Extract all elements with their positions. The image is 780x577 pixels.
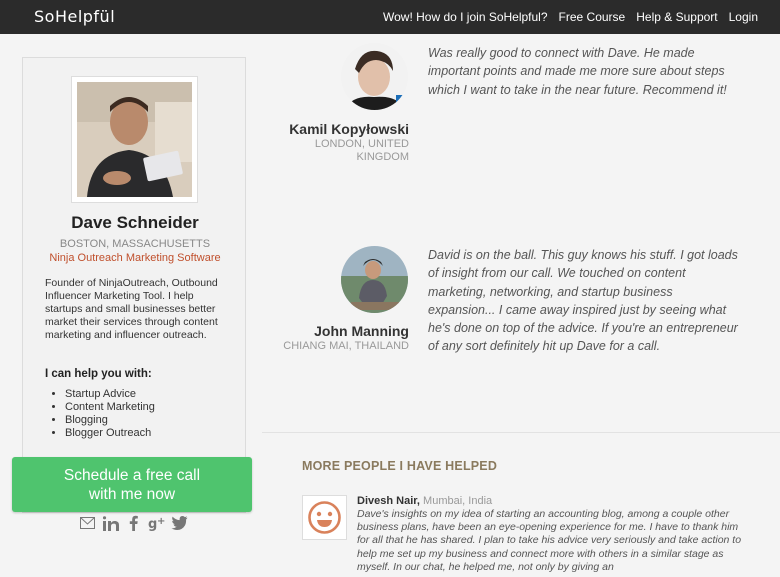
profile-company-link[interactable]: Ninja Outreach Marketing Software <box>23 252 247 264</box>
linkedin-icon[interactable] <box>101 514 120 532</box>
profile-name: Dave Schneider <box>71 213 199 232</box>
helped-person-review: Dave's insights on my idea of starting a… <box>357 508 742 573</box>
schedule-call-line1: Schedule a free call <box>63 467 201 484</box>
testimonial-quote: David is on the ball. This guy knows his… <box>428 248 738 354</box>
help-topic-item: Blogger Outreach <box>65 427 155 440</box>
help-topic-item: Content Marketing <box>65 401 155 414</box>
reviewer-avatar <box>341 246 408 313</box>
reviewer-name: John Manning <box>314 323 409 339</box>
help-topic-item: Startup Advice <box>65 388 155 401</box>
sohelpful-logo[interactable]: SoHelpfül <box>34 7 115 26</box>
top-navigation-bar: SoHelpfül Wow! How do I join SoHelpful? … <box>0 0 780 34</box>
helped-person-header: Divesh Nair, Mumbai, India <box>357 495 492 507</box>
nav-links: Wow! How do I join SoHelpful? Free Cours… <box>383 10 758 24</box>
reviewer-name: Kamil Kopyłowski <box>289 121 409 137</box>
svg-text:+: + <box>157 516 165 527</box>
svg-text:g: g <box>148 517 157 531</box>
smiley-avatar-icon <box>302 495 347 540</box>
google-plus-icon[interactable]: g + <box>147 514 166 532</box>
profile-photo-image <box>77 82 192 197</box>
help-topic-item: Blogging <box>65 414 155 427</box>
email-icon[interactable] <box>78 514 97 532</box>
facebook-icon[interactable] <box>124 514 143 532</box>
profile-location: BOSTON, MASSACHUSETTS <box>59 238 211 250</box>
more-people-heading: MORE PEOPLE I HAVE HELPED <box>302 459 498 473</box>
social-links: g + <box>78 514 189 532</box>
schedule-call-button[interactable]: Schedule a free call with me now <box>12 457 252 512</box>
reviewer-avatar <box>341 43 408 110</box>
testimonial-quote: Was really good to connect with Dave. He… <box>428 46 727 97</box>
twitter-icon[interactable] <box>170 514 189 532</box>
helped-person-name[interactable]: Divesh Nair, <box>357 495 420 507</box>
profile-bio: Founder of NinjaOutreach, Outbound Influ… <box>45 277 218 341</box>
section-divider <box>262 432 780 433</box>
nav-join-link[interactable]: Wow! How do I join SoHelpful? <box>383 10 548 24</box>
nav-login-link[interactable]: Login <box>729 10 758 24</box>
helped-person-city: Mumbai, India <box>423 495 493 507</box>
help-topics-list: Startup Advice Content Marketing Bloggin… <box>65 388 155 440</box>
schedule-call-line2: with me now <box>88 486 176 503</box>
reviewer-location: LONDON, UNITED KINGDOM <box>314 138 409 163</box>
nav-help-support-link[interactable]: Help & Support <box>636 10 717 24</box>
profile-photo <box>71 76 198 203</box>
nav-free-course-link[interactable]: Free Course <box>559 10 626 24</box>
reviewer-location: CHIANG MAI, THAILAND <box>283 340 409 352</box>
profile-card: Dave Schneider BOSTON, MASSACHUSETTS Nin… <box>22 57 246 513</box>
help-topics-heading: I can help you with: <box>45 368 152 380</box>
